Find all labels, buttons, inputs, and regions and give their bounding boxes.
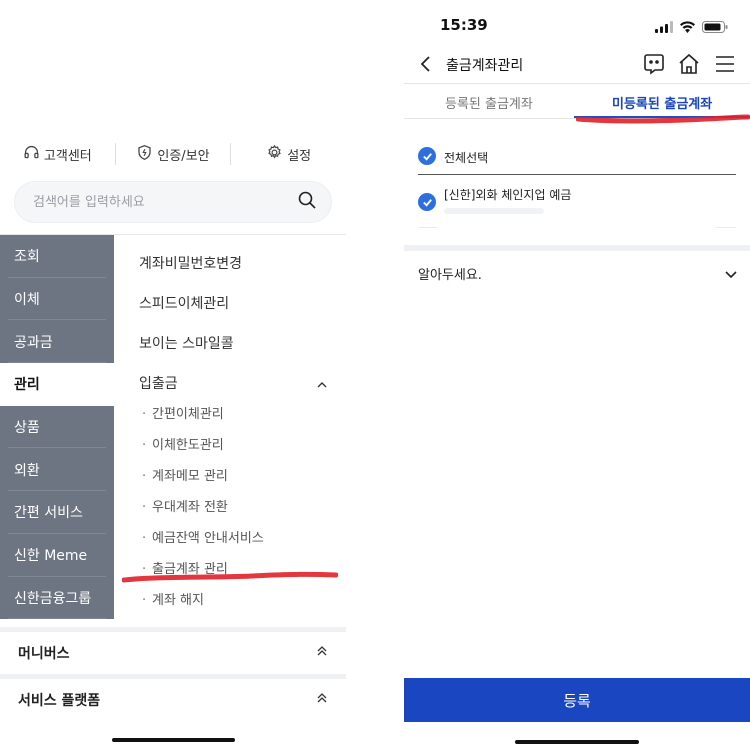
shield-icon [136, 144, 153, 165]
auth-security-label: 인증/보안 [157, 148, 210, 164]
category-item-utility[interactable]: 공과금 [0, 320, 114, 364]
submenu-item-password-change[interactable]: 계좌비밀번호변경 [139, 253, 242, 273]
chat-icon[interactable] [642, 52, 666, 76]
category-item-fx[interactable]: 외환 [0, 448, 114, 492]
category-item-products[interactable]: 상품 [0, 405, 114, 449]
sub-item-label: 예금잔액 안내서비스 [152, 531, 264, 546]
red-highlight-mark [576, 114, 750, 124]
accordion-moneyverse[interactable]: 머니버스 [0, 633, 346, 673]
headset-icon [23, 144, 40, 165]
submenu-item-speed-transfer[interactable]: 스피드이체관리 [139, 293, 229, 313]
divider [716, 227, 736, 228]
page-title: 출금계좌관리 [446, 58, 524, 74]
sub-item-label: 간편이체관리 [152, 407, 224, 422]
sub-item-label: 우대계좌 전환 [152, 500, 228, 515]
customer-center-link[interactable]: 고객센터 [0, 144, 115, 165]
home-indicator [112, 738, 235, 742]
masked-account-number [444, 208, 544, 214]
signal-icon [655, 18, 673, 37]
status-icons [655, 18, 728, 37]
settings-label: 설정 [287, 148, 312, 164]
chevron-double-up-icon [316, 692, 328, 708]
sub-item-limit[interactable]: · 이체한도관리 [142, 434, 224, 453]
accordion-service-platform[interactable]: 서비스 플랫폼 [0, 680, 346, 720]
auth-security-link[interactable]: 인증/보안 [116, 144, 231, 165]
gear-icon [266, 144, 283, 165]
divider [0, 674, 346, 679]
left-panel: 고객센터 인증/보안 설정 조회 이체 공과금 관리 상품 외환 간편 서비스 [0, 0, 346, 750]
right-panel: 15:39 출금계좌관리 등록된 출금계좌 미등록된 출금계좌 전체선택 [신한… [404, 0, 750, 750]
chevron-up-icon[interactable] [316, 376, 328, 388]
tab-unregistered[interactable]: 미등록된 출금계좌 [612, 93, 712, 112]
category-item-transfer[interactable]: 이체 [0, 277, 114, 321]
home-indicator [515, 740, 639, 744]
checkbox-checked-icon[interactable] [418, 147, 436, 165]
category-item-easy-service[interactable]: 간편 서비스 [0, 491, 114, 534]
select-all-row[interactable]: 전체선택 [418, 147, 488, 166]
select-all-label: 전체선택 [444, 151, 489, 165]
battery-icon [702, 18, 728, 37]
sub-item-label: 계좌 해지 [152, 593, 204, 608]
chevron-double-up-icon [316, 645, 328, 661]
category-item-inquiry[interactable]: 조회 [0, 235, 114, 278]
category-item-manage[interactable]: 관리 [0, 363, 114, 406]
category-item-group[interactable]: 신한금융그룹 [0, 576, 114, 620]
divider [418, 227, 438, 228]
submenu-item-smile-call[interactable]: 보이는 스마일콜 [139, 333, 234, 353]
submenu-item-deposit-withdraw[interactable]: 입출금 [139, 373, 178, 393]
nav-bar: 출금계좌관리 [404, 48, 750, 80]
status-time: 15:39 [440, 16, 488, 34]
accordion-label: 서비스 플랫폼 [18, 693, 101, 709]
divider [404, 245, 750, 251]
notice-heading[interactable]: 알아두세요. [418, 264, 482, 283]
sub-item-balance-notice[interactable]: · 예금잔액 안내서비스 [142, 527, 264, 546]
search-bar[interactable] [14, 181, 332, 223]
red-highlight-mark [122, 571, 338, 583]
divider [0, 627, 346, 632]
settings-link[interactable]: 설정 [231, 144, 346, 165]
status-bar: 15:39 [404, 14, 750, 36]
sub-item-memo[interactable]: · 계좌메모 관리 [142, 465, 228, 484]
back-icon[interactable] [418, 54, 434, 74]
search-icon[interactable] [297, 190, 317, 214]
home-icon[interactable] [677, 52, 701, 76]
sub-item-preferred[interactable]: · 우대계좌 전환 [142, 496, 228, 515]
sub-item-label: 계좌메모 관리 [152, 469, 228, 484]
tab-registered[interactable]: 등록된 출금계좌 [445, 93, 533, 112]
register-button[interactable]: 등록 [404, 678, 750, 722]
search-input[interactable] [33, 194, 297, 210]
category-list: 조회 이체 공과금 관리 상품 외환 간편 서비스 신한 Meme 신한금융그룹 [0, 235, 114, 620]
sub-item-close-account[interactable]: · 계좌 해지 [142, 589, 204, 608]
chevron-down-icon[interactable] [724, 266, 738, 279]
wifi-icon [679, 18, 696, 37]
divider [418, 174, 736, 175]
menu-icon[interactable] [713, 52, 737, 76]
accordion-label: 머니버스 [18, 646, 70, 662]
customer-center-label: 고객센터 [43, 148, 92, 164]
account-name: [신한]외화 체인지업 예금 [444, 188, 572, 202]
category-item-meme[interactable]: 신한 Meme [0, 533, 114, 577]
sub-item-label: 이체한도관리 [152, 438, 224, 453]
quick-links: 고객센터 인증/보안 설정 [0, 140, 346, 168]
checkbox-checked-icon[interactable] [418, 193, 436, 211]
sub-item-easy-transfer[interactable]: · 간편이체관리 [142, 403, 224, 422]
